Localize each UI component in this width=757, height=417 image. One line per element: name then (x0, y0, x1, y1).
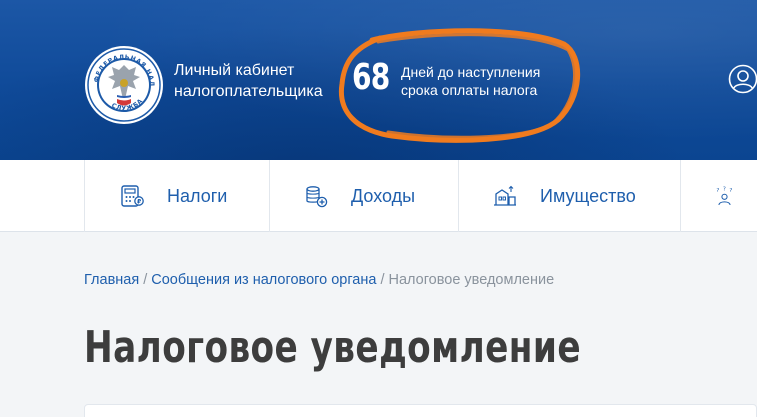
nav-label-income: Доходы (351, 185, 416, 206)
nav-item-income[interactable]: Доходы (269, 160, 458, 232)
page-title: Налоговое уведомление (84, 322, 581, 373)
nav-item-life-situations[interactable]: ? ? ? (681, 160, 757, 232)
property-icon (494, 185, 516, 206)
breadcrumb-separator: / (380, 272, 385, 288)
breadcrumb-current: Налоговое уведомление (388, 272, 555, 288)
breadcrumb: Главная / Сообщения из налогового органа / Н… (84, 272, 554, 288)
nav-label-taxes: Налоги (167, 185, 228, 206)
fns-emblem-icon[interactable]: ФЕДЕРАЛЬНАЯ НАЛОГОВАЯ СЛУЖБА (84, 45, 164, 125)
coins-icon (306, 186, 328, 208)
svg-text:₽: ₽ (137, 198, 141, 205)
cabinet-title-line2: налогоплательщика (174, 83, 323, 100)
cabinet-title[interactable]: Личный кабинет налогоплательщика (174, 60, 344, 102)
days-caption-line2: срока оплаты налога (401, 82, 538, 98)
nav-item-property[interactable]: Имущество (458, 160, 681, 232)
breadcrumb-link-messages[interactable]: Сообщения из налогового органа (151, 272, 376, 288)
days-left-counter: 68 (352, 57, 390, 98)
site-header: ФЕДЕРАЛЬНАЯ НАЛОГОВАЯ СЛУЖБА Личный каби… (0, 0, 757, 160)
people-question-icon: ? ? ? (716, 186, 732, 206)
nav-label-property: Имущество (540, 185, 636, 206)
cabinet-title-line1: Личный кабинет (174, 62, 295, 79)
calculator-icon: ₽ (121, 185, 144, 207)
svg-text:?: ? (723, 186, 726, 192)
user-profile-icon[interactable] (728, 64, 757, 94)
days-left-caption: Дней до наступления срока оплаты налога (401, 63, 540, 99)
breadcrumb-separator: / (143, 272, 148, 288)
svg-text:?: ? (716, 188, 719, 194)
svg-text:?: ? (729, 188, 732, 194)
nav-item-taxes[interactable]: ₽ Налоги (84, 160, 269, 232)
days-caption-line1: Дней до наступления (401, 64, 541, 80)
main-nav: ₽ Налоги Доходы Имущество ? ? ? (0, 160, 757, 232)
breadcrumb-link-home[interactable]: Главная (84, 272, 139, 288)
notification-card (84, 404, 757, 417)
